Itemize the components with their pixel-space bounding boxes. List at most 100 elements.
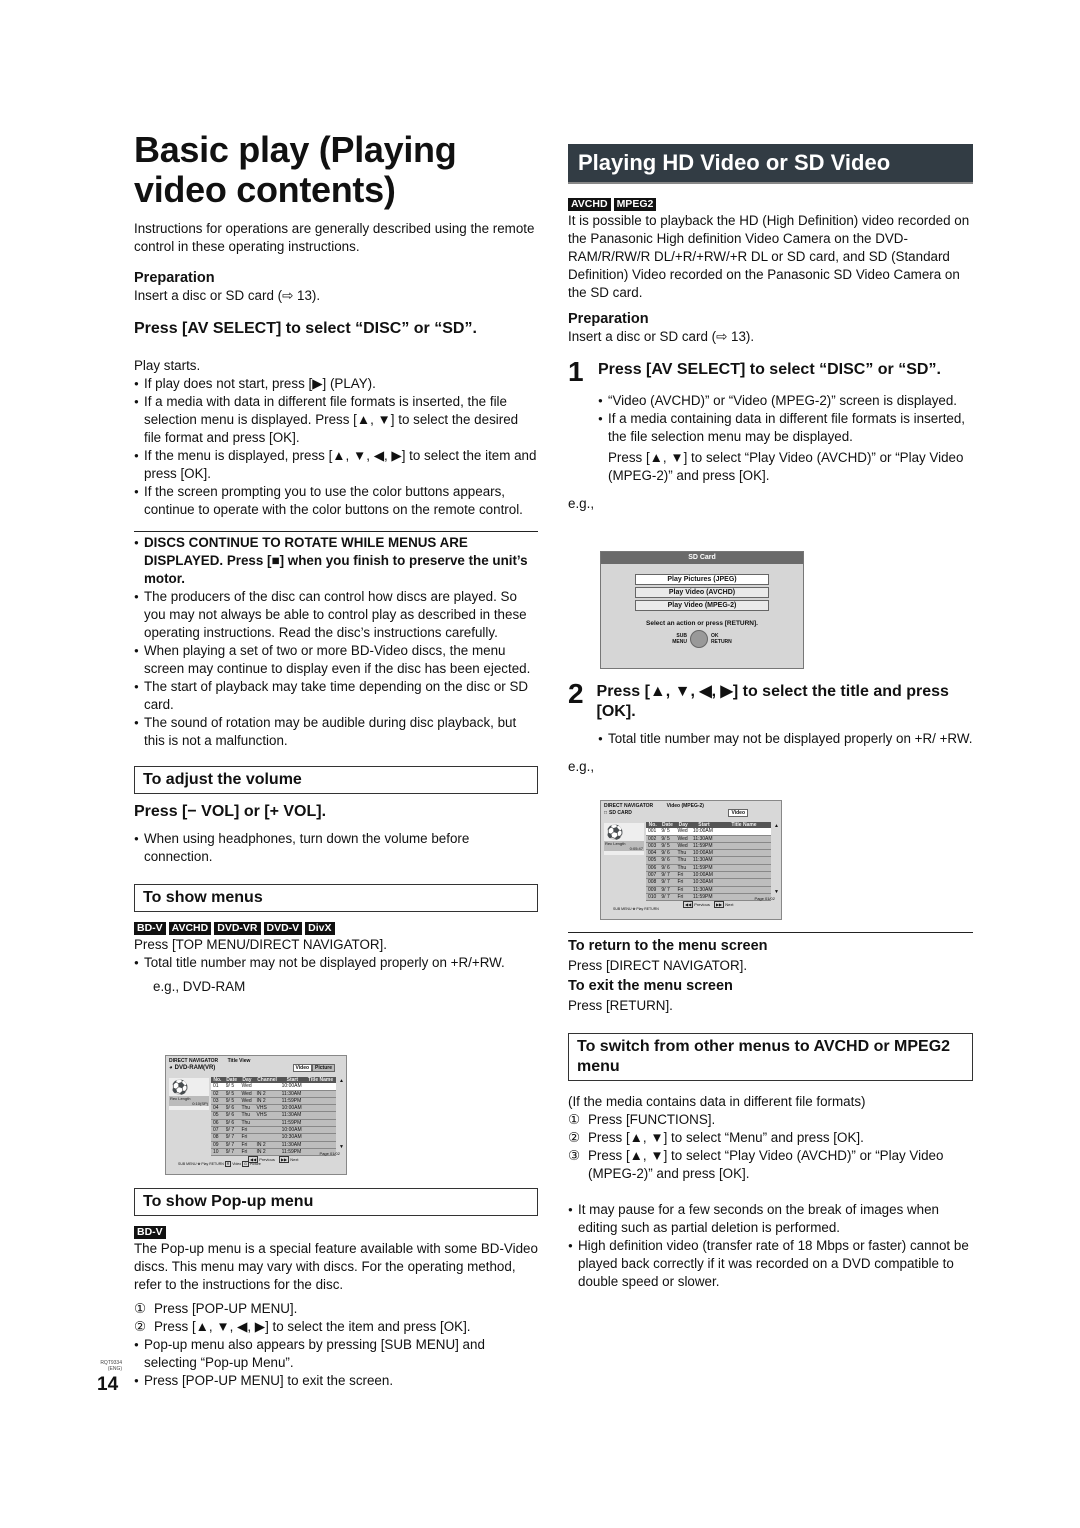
tab-video[interactable]: Video: [728, 809, 748, 817]
next-icon[interactable]: ▶▶: [278, 1156, 290, 1163]
bullet-item: If play does not start, press [▶] (PLAY)…: [134, 375, 538, 393]
table-row[interactable]: 07 9/ 7 Fri 10:00AM: [211, 1126, 336, 1135]
table-row[interactable]: 005 9/ 6 Thu 11:30AM: [646, 856, 771, 865]
table-cell: Wed: [239, 1097, 255, 1106]
table-cell: 9/ 5: [223, 1083, 240, 1091]
menu-option[interactable]: Play Video (MPEG-2): [635, 600, 769, 611]
preparation-heading: Preparation: [568, 311, 649, 327]
table-cell: 10:30AM: [279, 1133, 306, 1142]
table-cell: 11:59PM: [279, 1097, 306, 1106]
menu-nav-section: To return to the menu screen Press [DIRE…: [568, 932, 973, 1291]
table-cell: 9/ 7: [659, 871, 676, 880]
next-icon[interactable]: ▶▶: [713, 901, 725, 908]
switch-steps: ① Press [FUNCTIONS]. ② Press [▲, ▼] to sel…: [568, 1111, 973, 1183]
table-cell: [717, 856, 771, 865]
table-cell: 9/ 7: [223, 1126, 240, 1135]
table-row[interactable]: 008 9/ 7 Fri 10:30AM: [646, 878, 771, 887]
media-tag: AVCHD: [168, 922, 212, 935]
disc-icon: ◕: [169, 1065, 173, 1071]
sub-menu-label: SUB MENU: [178, 1162, 197, 1166]
return-label: RETURN: [209, 1162, 224, 1166]
table-row[interactable]: 06 9/ 6 Thu 11:59PM: [211, 1119, 336, 1128]
table-cell: 9/ 5: [659, 842, 676, 851]
g-label: Picture: [249, 1162, 261, 1166]
popup-steps: ① Press [POP-UP MENU]. ② Press [▲, ▼, ◀, ▶…: [134, 1300, 538, 1336]
table-row[interactable]: 007 9/ 7 Fri 10:00AM: [646, 871, 771, 880]
table-row[interactable]: 03 9/ 5 Wed IN 2 11:59PM: [211, 1097, 336, 1106]
example-label: e.g.,: [568, 496, 595, 511]
play-label: Play: [636, 907, 644, 911]
table-cell: 11:30AM: [279, 1090, 306, 1098]
table-row[interactable]: 001 9/ 5 Wed 10:00AM: [646, 828, 771, 836]
preparation-text: Insert a disc or SD card (⇨ 13).: [568, 329, 755, 344]
tab-video[interactable]: Video: [292, 1064, 313, 1072]
table-row[interactable]: 02 9/ 5 Wed IN 2 11:30AM: [211, 1090, 336, 1098]
table-row[interactable]: 05 9/ 6 Thu VHS 11:30AM: [211, 1111, 336, 1120]
bullet-item: If a media with data in different file f…: [134, 393, 538, 447]
table-cell: [305, 1090, 336, 1098]
table-row[interactable]: 10 9/ 7 Fri IN 2 11:59PM: [211, 1148, 336, 1157]
media-tag: DVD-V: [263, 922, 303, 935]
next-label: Next: [725, 902, 734, 907]
table-cell: 9/ 5: [659, 828, 676, 836]
col-header: Channel: [254, 1077, 280, 1084]
dpad-icon: ❀: [197, 1162, 201, 1166]
table-cell: Thu: [675, 864, 691, 873]
table-cell: [717, 835, 771, 843]
table-cell: 11:30AM: [690, 886, 717, 894]
doc-lang: (ENG): [107, 1366, 122, 1372]
table-row[interactable]: 009 9/ 7 Fri 11:30AM: [646, 886, 771, 894]
scroll-up-icon[interactable]: ▲: [774, 823, 779, 829]
table-row[interactable]: 04 9/ 6 Thu VHS 10:00AM: [211, 1104, 336, 1113]
dvd-navigator-screenshot: DIRECT NAVIGATOR Title View ◕ DVD-RAM(VR…: [165, 1055, 347, 1175]
previous-icon[interactable]: ◀◀: [683, 901, 694, 908]
table-cell: Wed: [675, 842, 691, 851]
scroll-down-icon[interactable]: ▼: [339, 1144, 344, 1150]
media-tag: BD-V: [134, 1226, 166, 1239]
table-cell: 9/ 6: [659, 864, 676, 873]
popup-text: The Pop-up menu is a special feature ava…: [134, 1241, 538, 1292]
step1-bullets: “Video (AVCHD)” or “Video (MPEG-2)” scre…: [598, 392, 973, 446]
tab-picture[interactable]: Picture: [312, 1064, 335, 1072]
table-cell: Thu: [239, 1119, 255, 1128]
table-cell: 9/ 6: [223, 1104, 240, 1113]
left-column: Basic play (Playing video contents) Inst…: [134, 130, 538, 996]
table-cell: Fri: [239, 1148, 255, 1157]
table-cell: Thu: [675, 849, 691, 858]
popup-heading: To show Pop-up menu: [134, 1188, 538, 1216]
mpeg-navigator-screenshot: DIRECT NAVIGATOR Video (MPEG-2) □ SD CAR…: [600, 800, 782, 920]
table-row[interactable]: 09 9/ 7 Fri IN 2 11:30AM: [211, 1141, 336, 1149]
table-cell: 005: [646, 856, 660, 865]
table-cell: Thu: [239, 1111, 255, 1120]
table-cell: 9/ 7: [223, 1148, 240, 1157]
page-indicator: Page 01/02: [754, 896, 775, 901]
note-item: High definition video (transfer rate of …: [568, 1237, 973, 1291]
play-starts-text: Play starts.: [134, 358, 201, 373]
table-row[interactable]: 003 9/ 5 Wed 11:59PM: [646, 842, 771, 851]
table-row[interactable]: 08 9/ 7 Fri 10:30AM: [211, 1133, 336, 1142]
scroll-up-icon[interactable]: ▲: [339, 1078, 344, 1084]
table-cell: [254, 1119, 280, 1128]
media-tag: DVD-VR: [214, 922, 261, 935]
step-1: 1 Press [AV SELECT] to select “DISC” or …: [568, 358, 973, 386]
table-row[interactable]: 002 9/ 5 Wed 11:30AM: [646, 835, 771, 843]
menu-option[interactable]: Play Video (AVCHD): [635, 587, 769, 598]
divider: [568, 932, 973, 933]
step-heading: Press [AV SELECT] to select “DISC” or “S…: [598, 361, 941, 378]
table-cell: 003: [646, 842, 660, 851]
table-row[interactable]: 004 9/ 6 Thu 10:00AM: [646, 849, 771, 858]
table-cell: [717, 864, 771, 873]
sd-card-icon: □: [604, 810, 608, 816]
step-number: 1: [568, 356, 584, 387]
table-cell: 9/ 5: [223, 1097, 240, 1106]
table-cell: IN 2: [254, 1097, 280, 1106]
table-row[interactable]: 010 9/ 7 Fri 11:59PM: [646, 893, 771, 902]
sd-card-title: SD Card: [601, 552, 803, 564]
soccer-ball-icon: ⚽: [606, 824, 624, 840]
table-row[interactable]: 01 9/ 5 Wed 10:00AM: [211, 1083, 336, 1091]
step-heading: Press [AV SELECT] to select “DISC” or “S…: [134, 320, 477, 337]
table-row[interactable]: 006 9/ 6 Thu 11:59PM: [646, 864, 771, 873]
menu-option[interactable]: Play Pictures (JPEG): [635, 574, 769, 585]
table-cell: 9/ 5: [223, 1090, 240, 1098]
scroll-down-icon[interactable]: ▼: [774, 889, 779, 895]
